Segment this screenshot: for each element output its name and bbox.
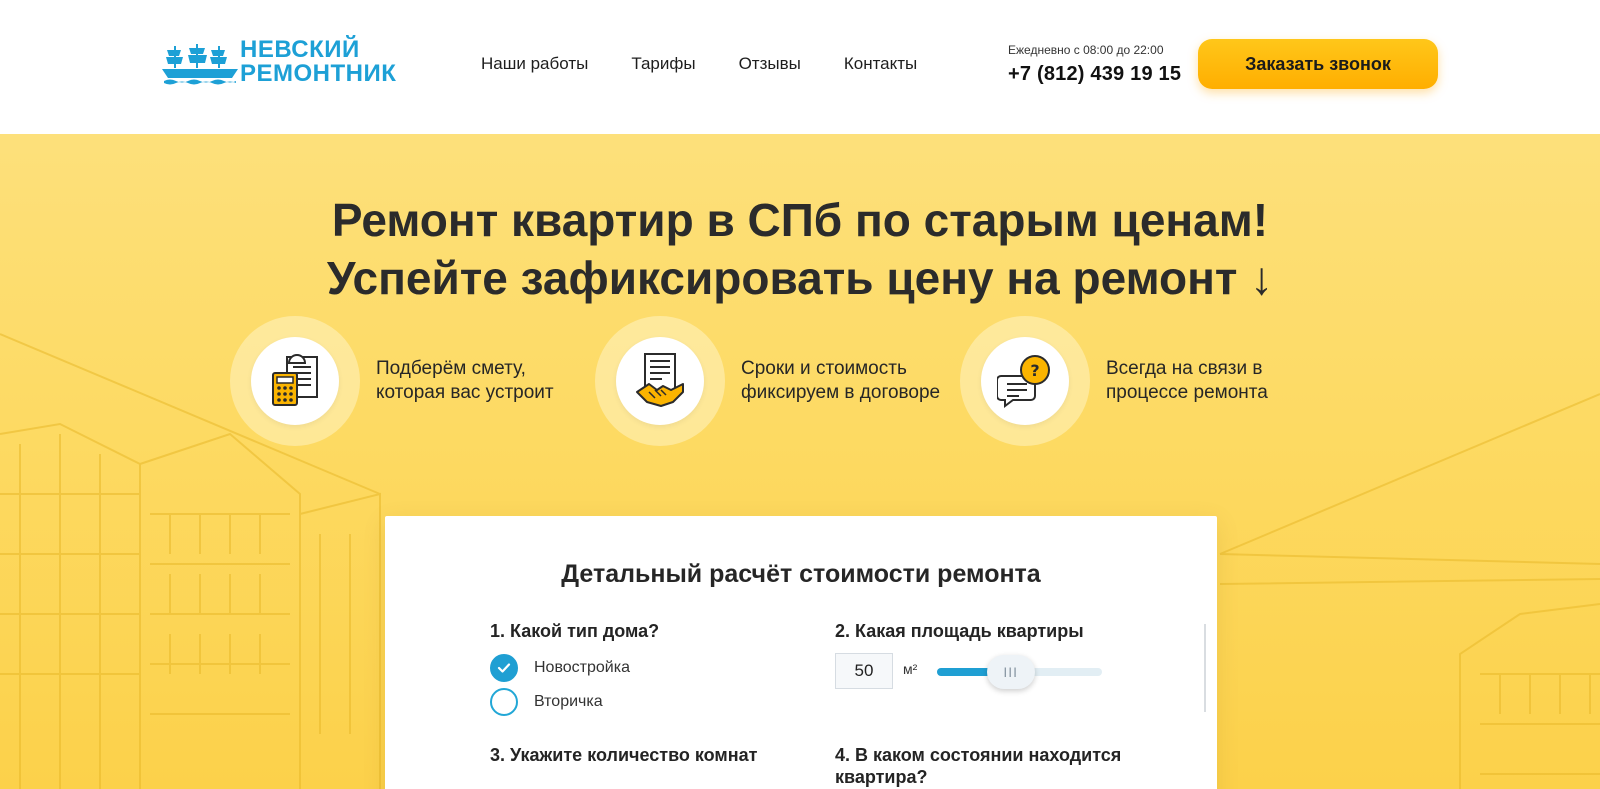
area-unit: м² <box>903 661 918 677</box>
feature-line: процессе ремонта <box>1106 382 1268 403</box>
logo-line-2: РЕМОНТНИК <box>240 60 397 87</box>
feature-line: которая вас устроит <box>376 382 554 403</box>
hero-title-line-2: Успейте зафиксировать цену на ремонт ↓ <box>326 252 1274 304</box>
feature-text: Подберём смету, которая вас устроит <box>376 357 586 405</box>
question-rooms: 3. Укажите количество комнат <box>490 745 758 765</box>
radio-label: Вторичка <box>534 693 603 710</box>
handshake-contract-icon <box>616 337 704 425</box>
nav-link-works[interactable]: Наши работы <box>481 54 588 74</box>
area-slider-handle[interactable]: III <box>986 655 1035 689</box>
hero-section: Ремонт квартир в СПб по старым ценам! Ус… <box>0 134 1600 789</box>
logo[interactable]: НЕВСКИЙ РЕМОНТНИК <box>162 38 402 90</box>
feature-line: Подберём смету, <box>376 358 526 379</box>
site-header: НЕВСКИЙ РЕМОНТНИК Наши работы Тарифы Отз… <box>0 0 1600 134</box>
nav-link-contacts[interactable]: Контакты <box>844 54 917 74</box>
svg-text:?: ? <box>1030 361 1039 380</box>
radio-new-building[interactable]: Новостройка <box>490 654 630 682</box>
ships-logo-icon <box>162 44 238 85</box>
feature-line: фиксируем в договоре <box>741 382 941 403</box>
feature-support: ? Всегда на связи в процессе ремонта <box>960 316 1316 446</box>
feature-estimate: Подберём смету, которая вас устроит <box>230 316 586 446</box>
radio-label: Новостройка <box>534 659 630 676</box>
cost-calculator: Детальный расчёт стоимости ремонта 1. Ка… <box>385 516 1217 789</box>
radio-unchecked-icon <box>490 688 518 716</box>
feature-text: Сроки и стоимость фиксируем в договоре <box>741 357 951 405</box>
logo-line-1: НЕВСКИЙ <box>240 36 360 63</box>
question-condition: 4. В каком состоянии находится квартира? <box>835 745 1122 787</box>
feature-text: Всегда на связи в процессе ремонта <box>1106 357 1316 405</box>
working-hours: Ежедневно с 08:00 до 22:00 <box>1008 43 1164 57</box>
nav-link-tariffs[interactable]: Тарифы <box>631 54 695 74</box>
chat-question-icon: ? <box>981 337 1069 425</box>
feature-line: Всегда на связи в <box>1106 358 1263 379</box>
calculator-title: Детальный расчёт стоимости ремонта <box>561 560 1041 588</box>
feature-line: Сроки и стоимость <box>741 358 907 379</box>
nav-link-reviews[interactable]: Отзывы <box>739 54 801 74</box>
logo-wordmark: НЕВСКИЙ РЕМОНТНИК <box>240 38 396 86</box>
calculator-estimate-icon <box>251 337 339 425</box>
phone-number[interactable]: +7 (812) 439 19 15 <box>1008 63 1181 86</box>
feature-contract: Сроки и стоимость фиксируем в договоре <box>595 316 951 446</box>
main-nav: Наши работы Тарифы Отзывы Контакты <box>481 54 960 74</box>
scrollbar[interactable] <box>1204 624 1206 712</box>
question-area: 2. Какая площадь квартиры <box>835 621 1084 641</box>
question-house-type: 1. Какой тип дома? <box>490 621 660 641</box>
hero-title: Ремонт квартир в СПб по старым ценам! Ус… <box>0 191 1600 307</box>
hero-title-line-1: Ремонт квартир в СПб по старым ценам! <box>331 194 1269 246</box>
area-input[interactable]: 50 <box>835 653 893 689</box>
radio-secondary[interactable]: Вторичка <box>490 688 603 716</box>
order-call-button[interactable]: Заказать звонок <box>1198 39 1438 89</box>
radio-checked-icon <box>490 654 518 682</box>
